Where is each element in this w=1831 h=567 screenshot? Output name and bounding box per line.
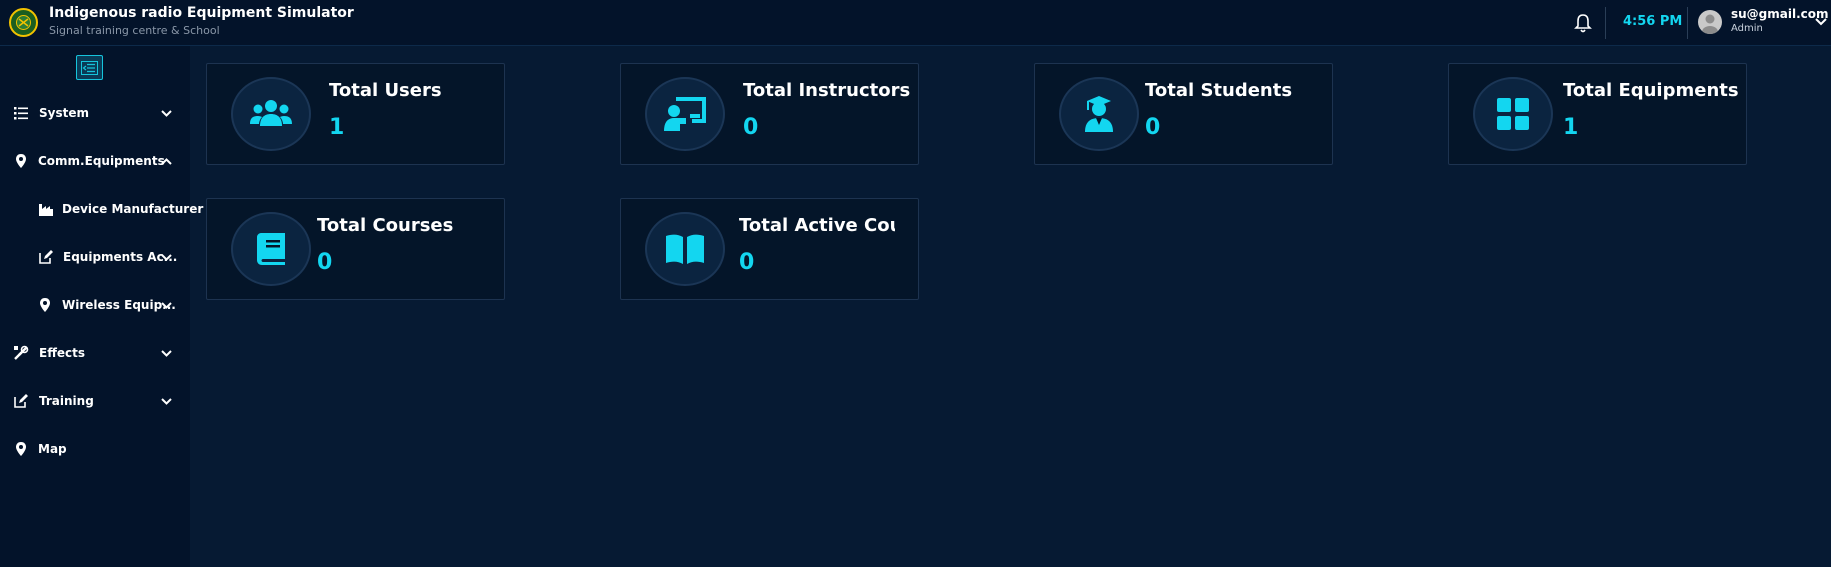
- factory-icon: [39, 204, 53, 216]
- card-title: Total Equipments: [1563, 80, 1739, 101]
- top-header: Indigenous radio Equipment Simulator Sig…: [0, 0, 1831, 46]
- app-subtitle: Signal training centre & School: [49, 24, 220, 37]
- sidebar-toggle-button[interactable]: [76, 55, 103, 80]
- sidebar-item-label: Effects: [39, 346, 86, 360]
- card-title: Total Active Courses: [739, 215, 895, 236]
- app-title: Indigenous radio Equipment Simulator: [49, 5, 354, 21]
- chevron-down-icon: [161, 398, 172, 405]
- card-title: Total Students: [1145, 80, 1293, 101]
- tools-icon: [14, 345, 29, 360]
- chevron-down-icon: [161, 350, 172, 357]
- sidebar-item-comm-equipments[interactable]: Comm.Equipments: [0, 142, 190, 180]
- card-total-students[interactable]: Total Students 0: [1034, 63, 1333, 165]
- sidebar-item-wireless-equip[interactable]: Wireless Equip...: [0, 286, 190, 324]
- card-value: 0: [739, 250, 755, 275]
- graduate-icon: [1085, 96, 1113, 132]
- card-title: Total Instructors: [743, 80, 911, 101]
- card-total-active-courses[interactable]: Total Active Courses 0: [620, 198, 919, 300]
- card-total-equipments[interactable]: Total Equipments 1: [1448, 63, 1747, 165]
- list-icon: [14, 107, 28, 120]
- sidebar-item-system[interactable]: System: [0, 94, 190, 132]
- instructor-board-icon: [664, 97, 706, 131]
- card-icon-circle: [231, 212, 311, 286]
- card-value: 0: [317, 250, 333, 275]
- card-value: 0: [1145, 115, 1161, 140]
- card-value: 1: [329, 115, 345, 140]
- card-icon-circle: [231, 77, 311, 151]
- edit-icon: [14, 394, 28, 408]
- sidebar-item-label: Training: [39, 394, 94, 408]
- bell-icon[interactable]: [1572, 12, 1594, 34]
- card-value: 1: [1563, 115, 1579, 140]
- sidebar-item-label: Map: [38, 442, 67, 456]
- card-title: Total Users: [329, 80, 442, 101]
- sidebar-item-label: Wireless Equip...: [62, 298, 176, 312]
- card-title: Total Courses: [317, 215, 454, 236]
- location-pin-icon: [16, 154, 26, 168]
- grid-icon: [1497, 98, 1529, 130]
- book-icon: [257, 233, 285, 265]
- chevron-down-icon: [161, 302, 172, 309]
- chevron-up-icon: [161, 158, 172, 165]
- sidebar-item-label: Device Manufacturer: [62, 202, 204, 216]
- header-divider: [1687, 7, 1688, 39]
- sidebar-item-training[interactable]: Training: [0, 382, 190, 420]
- chevron-down-icon: [161, 254, 172, 261]
- chevron-down-icon[interactable]: [1814, 14, 1828, 28]
- users-icon: [250, 100, 292, 126]
- sidebar-item-label: System: [39, 106, 89, 120]
- sidebar-item-effects[interactable]: Effects: [0, 334, 190, 372]
- card-icon-circle: [1059, 77, 1139, 151]
- sidebar: System Comm.Equipments Device Manufactur…: [0, 46, 203, 567]
- card-value: 0: [743, 115, 759, 140]
- sidebar-item-device-manufacturer[interactable]: Device Manufacturer: [0, 190, 203, 228]
- card-total-instructors[interactable]: Total Instructors 0: [620, 63, 919, 165]
- clock: 4:56 PM: [1623, 14, 1683, 29]
- card-icon-circle: [645, 77, 725, 151]
- open-book-icon: [666, 234, 704, 264]
- card-total-users[interactable]: Total Users 1: [206, 63, 505, 165]
- card-icon-circle: [645, 212, 725, 286]
- app-logo: [9, 8, 38, 37]
- location-pin-icon: [16, 442, 26, 456]
- header-divider: [1605, 7, 1606, 39]
- location-pin-icon: [40, 298, 50, 312]
- menu-collapse-icon: [81, 60, 98, 75]
- card-total-courses[interactable]: Total Courses 0: [206, 198, 505, 300]
- card-icon-circle: [1473, 77, 1553, 151]
- chevron-down-icon: [161, 110, 172, 117]
- sidebar-item-label: Comm.Equipments: [38, 154, 165, 168]
- sidebar-item-equipments-ac[interactable]: Equipments Ac...: [0, 238, 190, 276]
- user-avatar-icon[interactable]: [1698, 10, 1722, 34]
- edit-icon: [39, 250, 53, 264]
- sidebar-item-map[interactable]: Map: [0, 430, 190, 468]
- user-role: Admin: [1731, 23, 1763, 34]
